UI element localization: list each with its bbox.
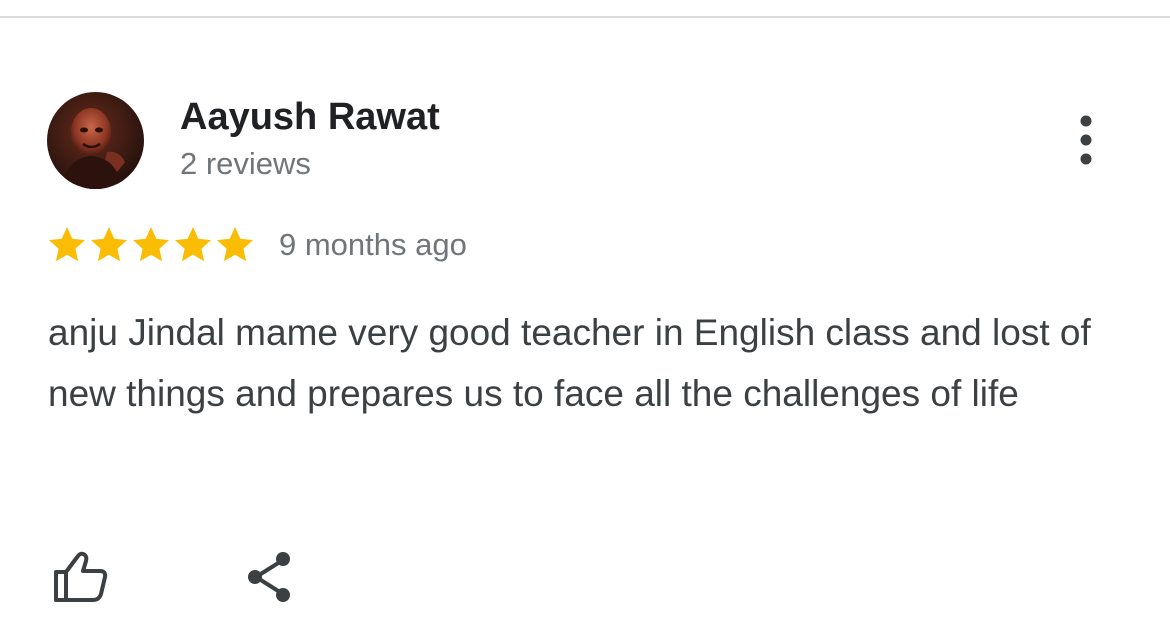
star-filled-icon — [175, 227, 211, 262]
author-review-count[interactable]: 2 reviews — [180, 145, 311, 183]
more-vert-icon — [1080, 115, 1092, 165]
review-actions — [48, 545, 302, 609]
star-filled-icon — [49, 227, 85, 262]
profile-photo-icon — [47, 92, 144, 189]
review-text: anju Jindal mame very good teacher in En… — [48, 312, 1091, 414]
star-filled-icon — [91, 227, 127, 262]
star-rating — [47, 225, 257, 265]
share-button[interactable] — [238, 545, 302, 609]
share-icon — [248, 552, 290, 602]
review-time: 9 months ago — [279, 227, 467, 262]
top-divider — [0, 16, 1170, 18]
author-name[interactable]: Aayush Rawat — [180, 95, 440, 139]
star-filled-icon — [133, 227, 169, 262]
thumbs-up-icon — [54, 551, 108, 602]
rating-row: 9 months ago — [47, 224, 467, 266]
star-filled-icon — [217, 227, 253, 262]
avatar[interactable] — [47, 92, 144, 189]
more-options-button[interactable] — [1060, 108, 1112, 172]
like-button[interactable] — [48, 545, 112, 609]
